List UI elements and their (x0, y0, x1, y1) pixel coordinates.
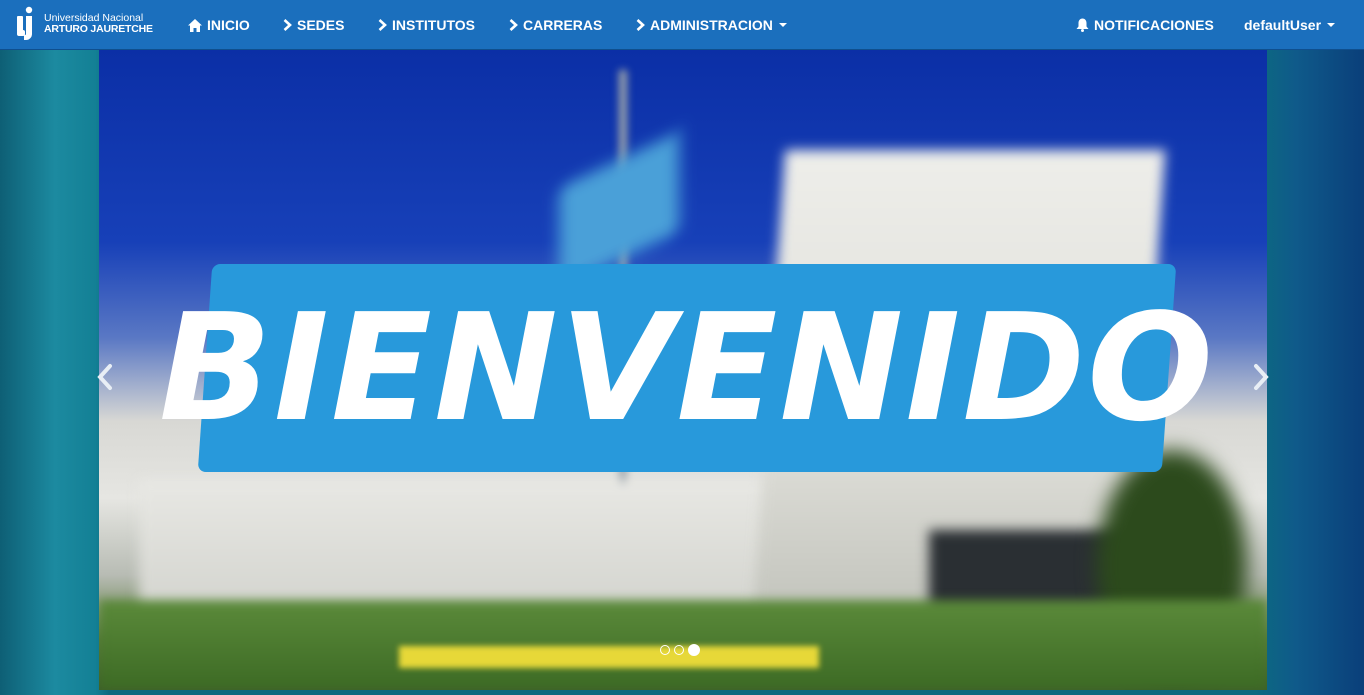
carousel-prev-button[interactable] (94, 362, 116, 392)
brand-line-2: ARTURO JAURETCHE (44, 23, 153, 35)
user-menu-dropdown[interactable]: defaultUser (1244, 0, 1336, 50)
nav-sedes[interactable]: SEDES (283, 0, 344, 50)
brand-logo[interactable]: Universidad Nacional ARTURO JAURETCHE (14, 5, 164, 43)
bell-icon (1076, 18, 1089, 32)
nav-administracion-label: ADMINISTRACION (650, 17, 773, 33)
carousel-caption: BIENVENIDO (158, 282, 1216, 454)
nav-notificaciones[interactable]: NOTIFICACIONES (1076, 0, 1214, 50)
chevron-right-icon (1254, 364, 1269, 390)
chevron-right-icon (378, 19, 387, 31)
university-logo-icon (14, 6, 40, 42)
caret-down-icon (778, 23, 787, 27)
chevron-right-icon (283, 19, 292, 31)
caret-down-icon (1327, 23, 1336, 27)
carousel-indicator-1[interactable] (660, 645, 670, 655)
nav-sedes-label: SEDES (297, 17, 345, 33)
nav-institutos-label: INSTITUTOS (392, 17, 475, 33)
nav-notificaciones-label: NOTIFICACIONES (1094, 17, 1214, 33)
nav-administracion-dropdown[interactable]: ADMINISTRACION (636, 0, 787, 50)
carousel-indicators (660, 644, 700, 656)
home-icon (188, 18, 202, 32)
nav-carreras[interactable]: CARRERAS (509, 0, 602, 50)
top-navbar: Universidad Nacional ARTURO JAURETCHE IN… (0, 0, 1364, 50)
nav-inicio[interactable]: INICIO (188, 0, 250, 50)
user-name: defaultUser (1244, 17, 1322, 33)
brand-text: Universidad Nacional ARTURO JAURETCHE (44, 13, 153, 35)
chevron-right-icon (636, 19, 645, 31)
chevron-left-icon (97, 364, 112, 390)
carousel-indicator-2[interactable] (674, 645, 684, 655)
nav-inicio-label: INICIO (207, 17, 250, 33)
carousel-indicator-3[interactable] (688, 644, 700, 656)
carousel-next-button[interactable] (1250, 362, 1272, 392)
nav-carreras-label: CARRERAS (523, 17, 603, 33)
chevron-right-icon (509, 19, 518, 31)
nav-institutos[interactable]: INSTITUTOS (378, 0, 475, 50)
